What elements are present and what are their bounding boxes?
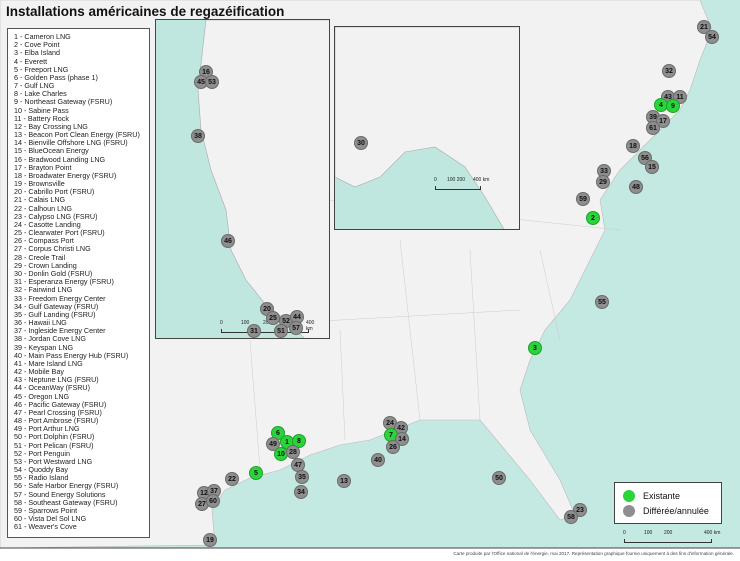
facility-marker-38[interactable]: 38 [191,129,205,143]
west-coast-land [197,20,329,338]
green-circle-icon [623,489,635,502]
facility-marker-34[interactable]: 34 [294,485,308,499]
facility-list: 1 - Cameron LNG 2 - Cove Point 3 - Elba Is… [7,28,150,538]
facility-marker-3[interactable]: 3 [528,341,542,355]
facility-marker-28[interactable]: 28 [286,445,300,459]
facility-marker-53[interactable]: 53 [205,75,219,89]
legend-deferred: Différée/annulée [623,503,721,518]
gray-circle-icon [623,504,635,517]
facility-marker-2[interactable]: 2 [586,211,600,225]
legend: Existante Différée/annulée [614,482,722,524]
facility-marker-30[interactable]: 30 [354,136,368,150]
west-coast-inset: 0100200400 km [155,19,330,339]
facility-marker-46[interactable]: 46 [221,234,235,248]
facility-marker-55[interactable]: 55 [595,295,609,309]
facility-marker-18[interactable]: 18 [626,139,640,153]
facility-list-item: 61 - Weaver's Cove [14,522,77,532]
facility-marker-40[interactable]: 40 [371,453,385,467]
facility-marker-35[interactable]: 35 [295,470,309,484]
map-title: Installations américaines de regazéifica… [6,4,285,19]
facility-marker-54[interactable]: 54 [705,30,719,44]
facility-marker-51[interactable]: 51 [274,324,288,338]
facility-marker-60[interactable]: 60 [206,494,220,508]
facility-marker-29[interactable]: 29 [596,175,610,189]
facility-marker-59[interactable]: 59 [576,192,590,206]
facility-marker-58[interactable]: 58 [564,510,578,524]
alaska-inset: 0 100 200 400 km [334,26,520,230]
facility-marker-13[interactable]: 13 [337,474,351,488]
facility-marker-9[interactable]: 9 [666,99,680,113]
alaska-land [335,27,519,229]
facility-marker-50[interactable]: 50 [492,471,506,485]
facility-marker-25[interactable]: 25 [266,311,280,325]
facility-marker-48[interactable]: 48 [629,180,643,194]
facility-marker-57[interactable]: 57 [289,321,303,335]
map-credit: Carte produite par l'Office national de … [453,551,734,556]
legend-existing: Existante [623,488,721,503]
facility-marker-15[interactable]: 15 [645,160,659,174]
facility-marker-5[interactable]: 5 [249,466,263,480]
facility-marker-19[interactable]: 19 [203,533,217,547]
facility-marker-22[interactable]: 22 [225,472,239,486]
facility-marker-26[interactable]: 26 [386,440,400,454]
facility-marker-32[interactable]: 32 [662,64,676,78]
facility-marker-31[interactable]: 31 [247,324,261,338]
facility-marker-61[interactable]: 61 [646,121,660,135]
